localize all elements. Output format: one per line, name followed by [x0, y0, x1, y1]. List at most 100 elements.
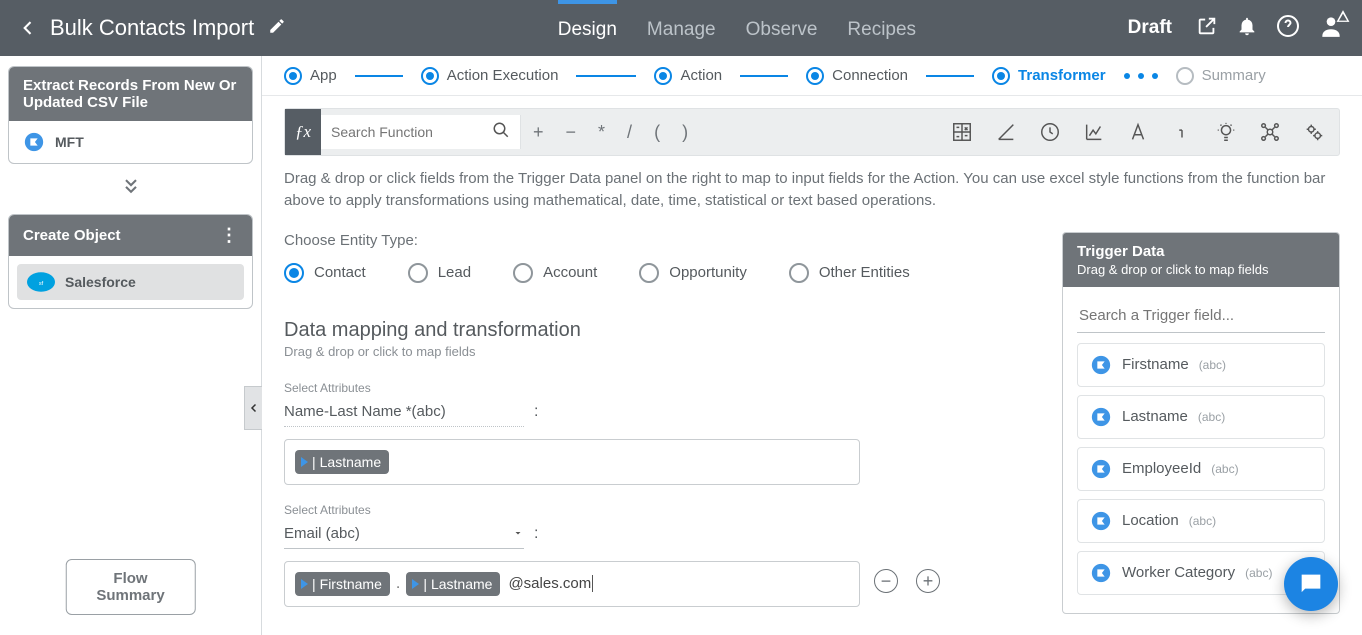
op-minus[interactable]: − [566, 122, 577, 143]
tab-observe[interactable]: Observe [746, 0, 818, 56]
collapse-sidebar-button[interactable] [244, 386, 262, 430]
mapping-input-email[interactable]: |Firstname . |Lastname @sales.com [284, 561, 860, 607]
add-row-button[interactable]: + [916, 569, 940, 593]
trigger-field-lastname[interactable]: Lastname(abc) [1077, 395, 1325, 439]
attribute-select-lastname[interactable]: Name-Last Name *(abc) [284, 399, 524, 427]
chevron-left-icon [248, 401, 260, 415]
function-toolbar: ƒx + − * / ( ) [284, 108, 1340, 156]
user-menu-button[interactable] [1318, 13, 1344, 44]
function-search-input[interactable] [321, 118, 471, 146]
flow-summary-button[interactable]: Flow Summary [65, 559, 196, 615]
mft-app-icon [1090, 562, 1112, 584]
attribute-label: Select Attributes [284, 503, 1042, 517]
entity-type-radios: Contact Lead Account Opportunity Other E… [284, 263, 1042, 283]
idea-icon[interactable] [1215, 121, 1237, 143]
fx-label: ƒx [285, 109, 321, 155]
operator-buttons: + − * / ( ) [533, 122, 688, 143]
mapping-suffix: @sales.com [508, 575, 593, 592]
entity-type-label: Choose Entity Type: [284, 232, 1042, 249]
chat-button[interactable] [1284, 557, 1338, 611]
search-icon [492, 121, 510, 144]
top-bar: Bulk Contacts Import Design Manage Obser… [0, 0, 1362, 56]
network-icon[interactable] [1259, 121, 1281, 143]
op-multiply[interactable]: * [598, 122, 605, 143]
tab-design[interactable]: Design [558, 0, 617, 56]
row-controls: − + [874, 569, 940, 593]
op-paren-open[interactable]: ( [654, 122, 660, 143]
salesforce-app-icon: sf [27, 272, 55, 292]
mft-app-icon [1090, 458, 1112, 480]
radio-other[interactable]: Other Entities [789, 263, 910, 283]
op-paren-close[interactable]: ) [682, 122, 688, 143]
radio-opportunity[interactable]: Opportunity [639, 263, 747, 283]
op-divide[interactable]: / [627, 122, 632, 143]
trigger-field-location[interactable]: Location(abc) [1077, 499, 1325, 543]
step-action-execution[interactable]: Action Execution [421, 67, 559, 85]
tab-recipes[interactable]: Recipes [847, 0, 916, 56]
op-plus[interactable]: + [533, 122, 544, 143]
radio-lead[interactable]: Lead [408, 263, 471, 283]
chip-lastname-2[interactable]: |Lastname [406, 572, 500, 596]
trigger-field-employeeid[interactable]: EmployeeId(abc) [1077, 447, 1325, 491]
alert-icon [1336, 9, 1350, 23]
help-button[interactable] [1276, 14, 1300, 43]
trigger-search-input[interactable] [1077, 301, 1325, 333]
radio-account[interactable]: Account [513, 263, 597, 283]
remove-row-button[interactable]: − [874, 569, 898, 593]
flow-node-action-header: Create Object ⋮ [9, 215, 252, 256]
text-icon[interactable] [1127, 121, 1149, 143]
tab-manage[interactable]: Manage [647, 0, 716, 56]
step-summary[interactable]: Summary [1176, 67, 1266, 85]
step-transformer[interactable]: Transformer [992, 67, 1106, 85]
mft-app-icon [1090, 354, 1112, 376]
mft-app-icon [1090, 510, 1112, 532]
trigger-field-firstname[interactable]: Firstname(abc) [1077, 343, 1325, 387]
help-text: Drag & drop or click fields from the Tri… [284, 168, 1340, 212]
radio-contact[interactable]: Contact [284, 263, 366, 283]
mapping-section-title: Data mapping and transformation [284, 319, 1042, 342]
chip-lastname[interactable]: |Lastname [295, 450, 389, 474]
gears-icon[interactable] [1303, 121, 1325, 143]
chevron-down-icon [512, 527, 524, 539]
svg-text:sf: sf [39, 281, 44, 287]
step-separator-dots [1124, 73, 1158, 79]
external-link-icon [1196, 15, 1218, 37]
mft-app-icon [1090, 406, 1112, 428]
wizard-stepper: App Action Execution Action Connection T… [262, 56, 1362, 96]
edit-title-button[interactable] [268, 17, 286, 40]
flow-node-trigger-header: Extract Records From New Or Updated CSV … [9, 67, 252, 121]
step-connection[interactable]: Connection [806, 67, 908, 85]
help-icon [1276, 14, 1300, 38]
attribute-select-email[interactable]: Email (abc) [284, 521, 524, 549]
bell-icon [1236, 15, 1258, 37]
trigger-panel-title: Trigger Data [1077, 243, 1325, 260]
step-app[interactable]: App [284, 67, 337, 85]
arrow-left-icon [18, 18, 38, 38]
info-icon[interactable] [1171, 121, 1193, 143]
nav-tabs: Design Manage Observe Recipes [498, 0, 916, 56]
angle-icon[interactable] [995, 121, 1017, 143]
flow-node-action-app: Salesforce [65, 274, 136, 290]
tool-icon-group [951, 121, 1325, 143]
notifications-button[interactable] [1236, 15, 1258, 42]
step-action[interactable]: Action [654, 67, 722, 85]
flow-connector-icon [8, 176, 253, 202]
flow-node-action-title: Create Object [23, 227, 121, 244]
flow-node-trigger[interactable]: Extract Records From New Or Updated CSV … [8, 66, 253, 164]
back-arrow[interactable] [12, 12, 44, 44]
open-external-button[interactable] [1196, 15, 1218, 42]
node-menu-button[interactable]: ⋮ [220, 225, 238, 246]
chart-icon[interactable] [1083, 121, 1105, 143]
mapping-separator: . [396, 575, 400, 593]
chevron-double-down-icon [121, 176, 141, 196]
clock-icon[interactable] [1039, 121, 1061, 143]
trigger-data-panel: Trigger Data Drag & drop or click to map… [1062, 232, 1340, 614]
math-icon[interactable] [951, 121, 973, 143]
function-search[interactable] [321, 115, 521, 149]
pencil-icon [268, 17, 286, 35]
chat-icon [1297, 570, 1325, 598]
mapping-input-lastname[interactable]: |Lastname [284, 439, 860, 485]
chip-firstname[interactable]: |Firstname [295, 572, 390, 596]
top-icon-group [1196, 13, 1344, 44]
flow-node-action[interactable]: Create Object ⋮ sf Salesforce [8, 214, 253, 309]
